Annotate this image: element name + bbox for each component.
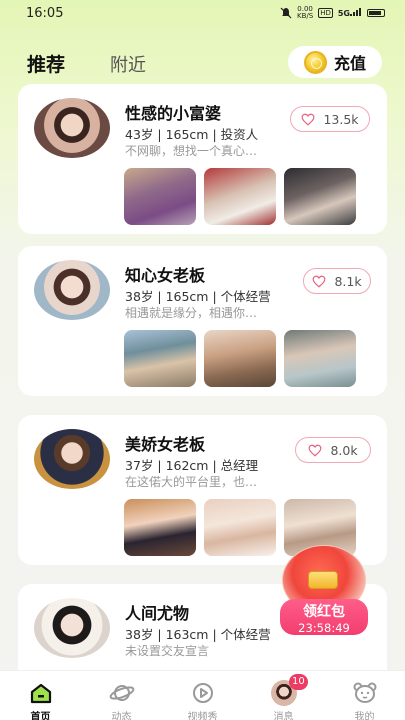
network-speed: 0.00 KB/S — [297, 5, 314, 20]
planet-icon — [109, 681, 135, 705]
profile-photo[interactable] — [284, 168, 356, 225]
profile-card[interactable]: 性感的小富婆 43岁 | 165cm | 投资人 不网聊，想找一个真心… 13.… — [18, 84, 387, 234]
like-count: 8.0k — [330, 442, 358, 458]
profile-meta: 37岁 | 162cm | 总经理 — [125, 458, 259, 473]
profile-card[interactable]: 美娇女老板 37岁 | 162cm | 总经理 在这偌大的平台里，也… 8.0k — [18, 415, 387, 565]
profile-photo[interactable] — [284, 330, 356, 387]
red-packet-countdown: 23:58:49 — [298, 621, 350, 635]
battery-icon — [367, 9, 385, 17]
nav-video[interactable]: 视频秀 — [162, 671, 243, 720]
profile-avatar[interactable] — [34, 429, 110, 489]
nav-profile[interactable]: 我的 — [324, 671, 405, 720]
profile-bio: 未设置交友宣言 — [125, 644, 210, 658]
profile-avatar[interactable] — [34, 98, 110, 158]
nav-label: 视频秀 — [187, 712, 218, 720]
tab-recommend[interactable]: 推荐 — [27, 50, 65, 77]
heart-icon — [313, 275, 326, 288]
mute-icon — [280, 7, 292, 19]
status-icons: 0.00 KB/S HD 5G — [280, 6, 385, 20]
profile-photo[interactable] — [204, 168, 276, 225]
video-play-icon — [190, 681, 216, 705]
profile-bio: 不网聊，想找一个真心… — [125, 144, 258, 158]
profile-bio: 相遇就是缘分，相遇你… — [125, 306, 258, 320]
photo-strip — [124, 330, 356, 387]
bottom-nav: 首页 动态 视频秀 10 消息 我的 — [0, 670, 405, 720]
gold-ingot-icon — [308, 571, 338, 589]
nav-moments[interactable]: 动态 — [81, 671, 162, 720]
home-icon — [28, 681, 54, 705]
top-tabs: 推荐 附近 充值 — [0, 46, 405, 80]
signal-5g: 5G — [338, 8, 362, 18]
profile-meta: 43岁 | 165cm | 投资人 — [125, 127, 259, 142]
status-time: 16:05 — [26, 5, 64, 21]
status-bar: 16:05 0.00 KB/S HD 5G — [0, 0, 405, 26]
profile-name: 人间尤物 — [125, 604, 190, 623]
nav-messages[interactable]: 10 消息 — [243, 671, 324, 720]
profile-meta: 38岁 | 163cm | 个体经营 — [125, 627, 271, 642]
like-button[interactable]: 8.0k — [295, 437, 371, 463]
profile-photo[interactable] — [124, 168, 196, 225]
red-packet-widget[interactable]: 领红包 23:58:49 — [278, 545, 370, 637]
like-button[interactable]: 13.5k — [290, 106, 370, 132]
profile-photo[interactable] — [204, 330, 276, 387]
red-packet-title: 领红包 — [303, 604, 345, 620]
nav-label: 消息 — [273, 712, 294, 720]
heart-icon — [309, 444, 322, 457]
tab-nearby[interactable]: 附近 — [110, 51, 146, 77]
nav-label: 首页 — [30, 712, 51, 720]
red-packet-label: 领红包 23:58:49 — [280, 599, 368, 635]
profile-avatar[interactable] — [34, 260, 110, 320]
like-button[interactable]: 8.1k — [303, 268, 371, 294]
profile-avatar[interactable] — [34, 598, 110, 658]
like-count: 13.5k — [323, 111, 359, 127]
recharge-button[interactable]: 充值 — [288, 46, 382, 78]
nav-home[interactable]: 首页 — [0, 671, 81, 720]
profile-name: 知心女老板 — [125, 266, 206, 285]
message-badge: 10 — [289, 674, 308, 690]
profile-photo[interactable] — [124, 499, 196, 556]
photo-strip — [124, 168, 356, 225]
bear-face-icon — [352, 681, 378, 705]
coin-icon — [303, 50, 327, 74]
heart-icon — [302, 113, 315, 126]
nav-label: 动态 — [111, 712, 132, 720]
nav-label: 我的 — [354, 712, 375, 720]
profile-name: 性感的小富婆 — [125, 104, 222, 123]
profile-photo[interactable] — [124, 330, 196, 387]
recharge-label: 充值 — [333, 54, 366, 73]
profile-meta: 38岁 | 165cm | 个体经营 — [125, 289, 271, 304]
profile-bio: 在这偌大的平台里，也… — [125, 475, 258, 489]
hd-badge: HD — [318, 8, 333, 18]
profile-card[interactable]: 知心女老板 38岁 | 165cm | 个体经营 相遇就是缘分，相遇你… 8.1… — [18, 246, 387, 396]
like-count: 8.1k — [334, 273, 362, 289]
profile-name: 美娇女老板 — [125, 435, 206, 454]
profile-photo[interactable] — [204, 499, 276, 556]
